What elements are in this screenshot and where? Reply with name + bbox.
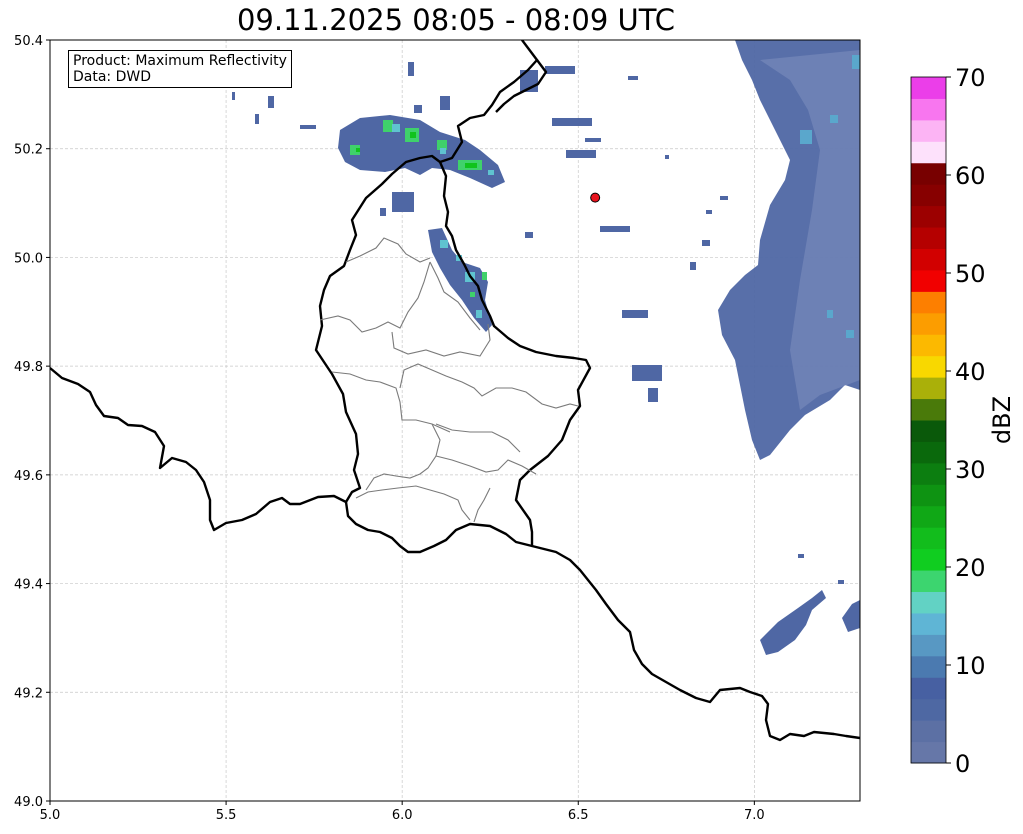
colorbar-segment bbox=[911, 398, 946, 421]
colorbar-segment bbox=[911, 720, 946, 743]
radar-figure: 09.11.2025 08:05 - 08:09 UTC 5.0 5.5 6.0… bbox=[14, 3, 1016, 823]
colorbar-segment bbox=[911, 655, 946, 678]
colorbar-segment bbox=[911, 377, 946, 400]
x-tick-label: 5.5 bbox=[216, 808, 237, 823]
colorbar-segment bbox=[911, 141, 946, 164]
colorbar: 0 10 20 30 40 50 60 70 dBZ bbox=[910, 64, 1016, 778]
y-tick-label: 50.0 bbox=[14, 251, 43, 266]
colorbar-segment bbox=[911, 420, 946, 442]
colorbar-segment bbox=[911, 570, 946, 592]
colorbar-tick-label: 40 bbox=[955, 358, 986, 386]
colorbar-segment bbox=[911, 462, 946, 485]
colorbar-segment bbox=[911, 441, 946, 464]
y-tick-label: 50.2 bbox=[14, 143, 43, 158]
colorbar-segment bbox=[911, 184, 946, 207]
y-tick-label: 50.4 bbox=[14, 34, 43, 49]
figure-title: 09.11.2025 08:05 - 08:09 UTC bbox=[237, 3, 675, 37]
x-tick-label: 6.5 bbox=[568, 808, 589, 823]
colorbar-tick-label: 50 bbox=[955, 260, 986, 288]
colorbar-segment bbox=[911, 634, 946, 657]
colorbar-segment bbox=[911, 591, 946, 614]
x-tick-label: 5.0 bbox=[40, 808, 61, 823]
x-tick-label: 7.0 bbox=[744, 808, 765, 823]
colorbar-ticks: 0 10 20 30 40 50 60 70 bbox=[946, 64, 986, 778]
colorbar-tick-label: 60 bbox=[955, 162, 986, 190]
colorbar-segment bbox=[911, 677, 946, 700]
product-info-box: Product: Maximum Reflectivity Data: DWD bbox=[68, 50, 292, 88]
colorbar-segment bbox=[911, 355, 946, 378]
colorbar-segment bbox=[911, 269, 946, 292]
y-axis-ticks: 49.0 49.2 49.4 49.6 49.8 50.0 50.2 50.4 bbox=[14, 34, 50, 810]
colorbar-segment bbox=[911, 334, 946, 357]
colorbar-segment bbox=[911, 227, 946, 249]
colorbar-tick-label: 30 bbox=[955, 456, 986, 484]
y-tick-label: 49.6 bbox=[14, 469, 43, 484]
colorbar-segment bbox=[911, 162, 946, 185]
colorbar-segment bbox=[911, 527, 946, 550]
colorbar-segment bbox=[911, 741, 946, 764]
y-tick-label: 49.0 bbox=[14, 795, 43, 810]
colorbar-segment bbox=[911, 119, 946, 142]
colorbar-tick-label: 20 bbox=[955, 554, 986, 582]
colorbar-segment bbox=[911, 548, 946, 571]
colorbar-segment bbox=[911, 698, 946, 721]
product-label: Product: Maximum Reflectivity bbox=[73, 53, 287, 69]
colorbar-segment bbox=[911, 98, 946, 121]
colorbar-segment bbox=[911, 291, 946, 314]
colorbar-segment bbox=[911, 505, 946, 528]
colorbar-title: dBZ bbox=[988, 396, 1016, 444]
colorbar-tick-label: 0 bbox=[955, 750, 970, 778]
y-tick-label: 49.2 bbox=[14, 686, 43, 701]
colorbar-segment bbox=[911, 77, 946, 99]
x-axis-ticks: 5.0 5.5 6.0 6.5 7.0 bbox=[40, 801, 765, 823]
map-plot-area[interactable]: 5.0 5.5 6.0 6.5 7.0 49.0 49.2 49.4 49.6 49.8 50.0… bbox=[14, 34, 861, 823]
colorbar-segment bbox=[911, 612, 946, 635]
colorbar-segment bbox=[911, 484, 946, 507]
colorbar-segment bbox=[911, 248, 946, 271]
y-tick-label: 49.4 bbox=[14, 578, 43, 593]
data-source-label: Data: DWD bbox=[73, 69, 151, 85]
colorbar-segments bbox=[911, 77, 946, 764]
colorbar-tick-label: 70 bbox=[955, 64, 986, 92]
colorbar-segment bbox=[911, 312, 946, 335]
x-tick-label: 6.0 bbox=[392, 808, 413, 823]
radar-site-marker[interactable] bbox=[590, 192, 601, 203]
colorbar-tick-label: 10 bbox=[955, 652, 986, 680]
y-tick-label: 49.8 bbox=[14, 360, 43, 375]
colorbar-segment bbox=[911, 205, 946, 228]
